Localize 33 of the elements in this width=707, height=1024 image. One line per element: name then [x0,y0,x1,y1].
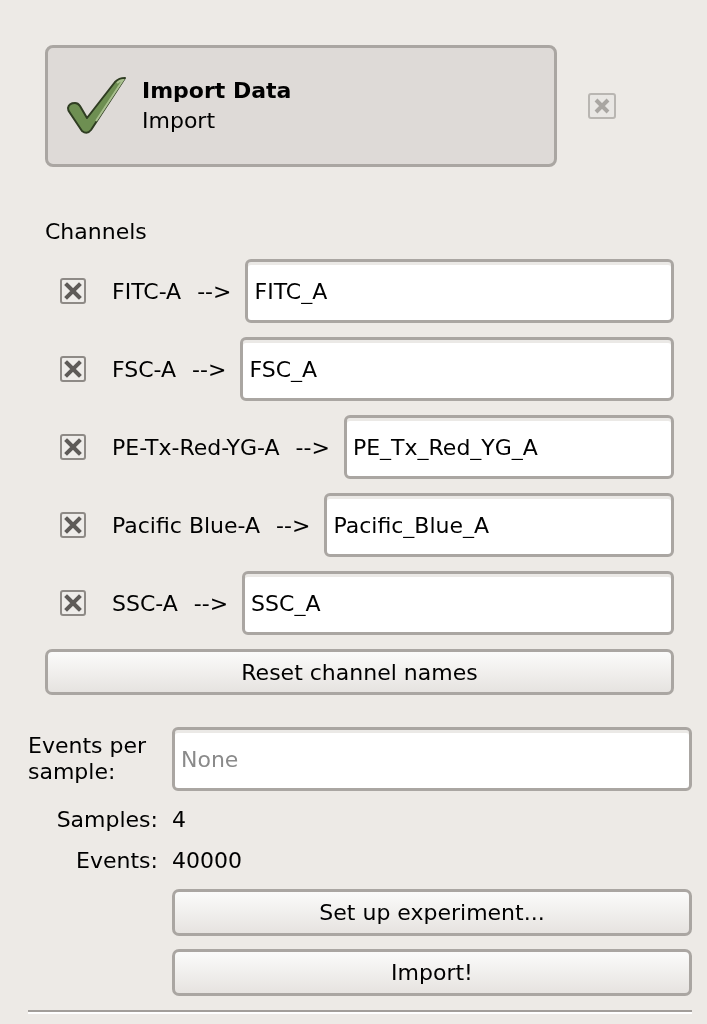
channel-name-field[interactable]: SSC_A [242,571,674,635]
stat-value: 4 [172,806,187,834]
arrow-text: --> [192,356,227,382]
channel-label: FSC-A [112,356,177,382]
channel-name-field[interactable]: PE_Tx_Red_YG_A [343,415,674,479]
stat-label: Events: [75,847,158,875]
action-button[interactable]: Import! [172,949,692,996]
channel-label: PE-Tx-Red-YG-A [112,434,280,460]
channel-label: Pacific Blue-A [112,512,261,538]
channel-name-field[interactable]: FSC_A [240,337,674,401]
channel-name-field[interactable]: Pacific_Blue_A [324,493,674,557]
stat-label: Samples: [55,806,158,834]
channel-label: FITC-A [112,278,182,304]
checkbox[interactable] [60,278,86,304]
reset-channel-names-button[interactable]: Reset channel names [45,649,674,695]
arrow-text: --> [295,434,330,460]
events-per-sample-field[interactable]: None [172,727,692,791]
arrow-text: --> [276,512,311,538]
checkbox[interactable] [60,434,86,460]
events-per-sample-label: Events per sample: [28,733,148,785]
checkmark-icon [66,77,126,135]
stat-value: 40000 [172,847,243,875]
action-button[interactable]: Set up experiment... [172,889,692,936]
checkbox[interactable] [60,590,86,616]
arrow-text: --> [193,590,229,616]
checkbox[interactable] [60,512,86,538]
checkbox[interactable] [60,356,86,382]
channels-label: Channels [45,219,147,245]
arrow-text: --> [197,278,232,304]
panel-subtitle: Import [142,107,216,135]
panel-title: Import Data [142,77,292,105]
channel-name-field[interactable]: FITC_A [245,259,674,323]
channel-label: SSC-A [112,590,178,616]
